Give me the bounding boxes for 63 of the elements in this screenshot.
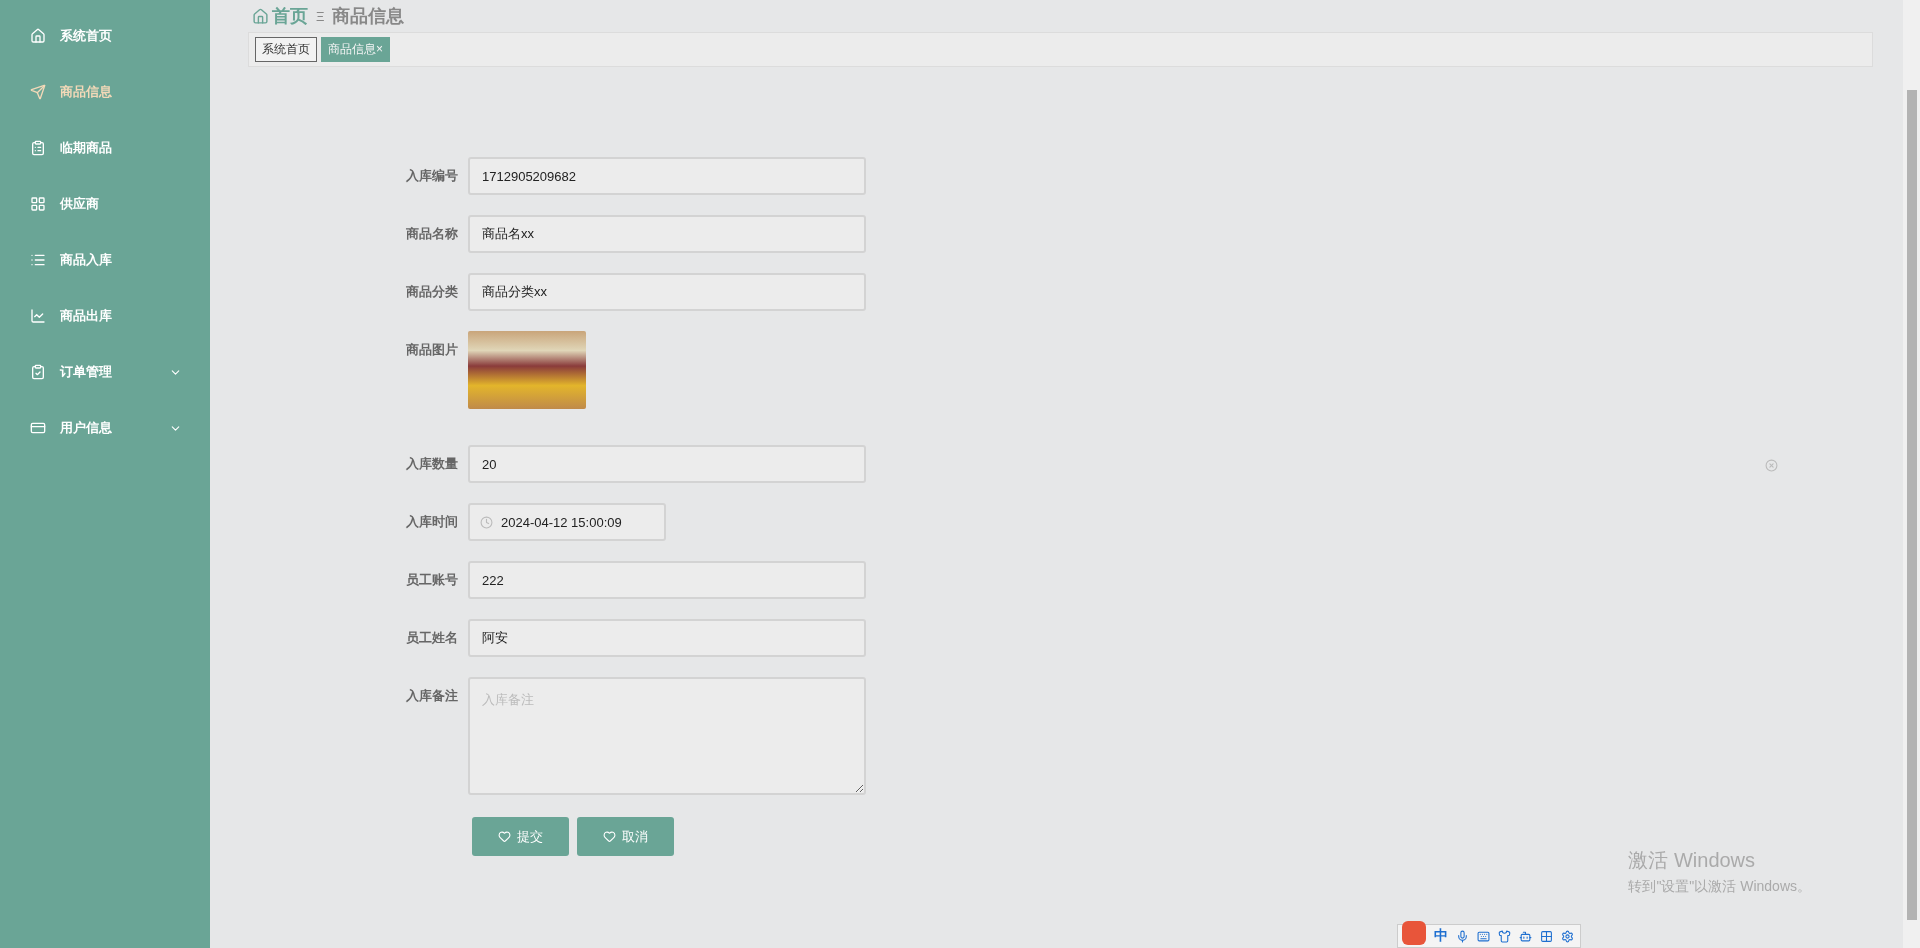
field-label: 入库数量 (405, 455, 458, 473)
breadcrumb-current: 商品信息 (332, 5, 405, 28)
sidebar-item[interactable]: 商品出库 (0, 288, 210, 344)
field-label: 入库时间 (405, 513, 458, 531)
sidebar-item[interactable]: 订单管理 (0, 344, 210, 400)
submit-button[interactable]: 提交 (472, 817, 569, 856)
field-label: 商品名称 (405, 225, 458, 243)
field-label: 员工账号 (405, 571, 458, 589)
sidebar-label: 临期商品 (60, 139, 113, 157)
sidebar-label: 订单管理 (60, 363, 113, 381)
tab[interactable]: 商品信息× (321, 37, 390, 62)
scrollbar[interactable] (1903, 0, 1920, 948)
sidebar-item[interactable]: 临期商品 (0, 120, 210, 176)
heart-icon (498, 830, 511, 843)
robot-icon[interactable] (1519, 929, 1532, 943)
breadcrumb-separator: Ξ (316, 8, 325, 24)
text-input[interactable]: 222 (468, 561, 866, 599)
microphone-icon[interactable] (1456, 929, 1469, 943)
sidebar-item[interactable]: 用户信息 (0, 400, 210, 456)
sidebar-label: 供应商 (60, 195, 100, 213)
field-label: 商品图片 (405, 341, 458, 359)
clock-icon (480, 515, 493, 529)
paper-plane-icon (30, 84, 46, 100)
home-icon (30, 28, 46, 44)
keyboard-icon[interactable] (1477, 929, 1490, 943)
text-input[interactable]: 1712905209682 (468, 157, 866, 195)
grid-icon (30, 196, 46, 212)
chart-icon (30, 308, 46, 324)
sidebar-label: 商品信息 (60, 83, 113, 101)
field-label: 入库备注 (405, 687, 458, 705)
tab[interactable]: 系统首页 (255, 37, 317, 62)
grid-icon[interactable] (1540, 929, 1553, 943)
clipboard-check-icon (30, 364, 46, 380)
sidebar-item[interactable]: 系统首页 (0, 8, 210, 64)
field-label: 入库编号 (405, 167, 458, 185)
activation-title: 激活 Windows (1628, 848, 1757, 873)
text-input[interactable]: 商品名xx (468, 215, 866, 253)
heart-icon (603, 830, 616, 843)
clipboard-icon (30, 140, 46, 156)
sidebar-item[interactable]: 商品信息 (0, 64, 210, 120)
field-label: 员工姓名 (405, 629, 458, 647)
list-icon (30, 252, 46, 268)
text-input[interactable]: 阿安 (468, 619, 866, 657)
activation-hint: 转到"设置"以激活 Windows。 (1628, 878, 1811, 896)
sidebar-item[interactable]: 供应商 (0, 176, 210, 232)
shirt-icon[interactable] (1498, 929, 1511, 943)
ime-mode-toggle[interactable]: 中 (1434, 927, 1448, 945)
text-input[interactable]: 20 (468, 445, 866, 483)
sidebar-item[interactable]: 商品入库 (0, 232, 210, 288)
sidebar-label: 用户信息 (60, 419, 113, 437)
cancel-button[interactable]: 取消 (577, 817, 674, 856)
breadcrumb-home-link[interactable]: 首页 (252, 4, 308, 28)
home-icon (252, 7, 269, 25)
settings-icon[interactable] (1561, 929, 1574, 943)
field-label: 商品分类 (405, 283, 458, 301)
ime-logo-icon[interactable] (1402, 921, 1426, 945)
sidebar-label: 商品出库 (60, 307, 113, 325)
sidebar-label: 系统首页 (60, 27, 113, 45)
scrollbar-thumb[interactable] (1906, 90, 1917, 920)
card-icon (30, 420, 46, 436)
sidebar-label: 商品入库 (60, 251, 113, 269)
datetime-field[interactable]: 2024-04-12 15:00:09 (468, 503, 666, 541)
text-input[interactable]: 商品分类xx (468, 273, 866, 311)
